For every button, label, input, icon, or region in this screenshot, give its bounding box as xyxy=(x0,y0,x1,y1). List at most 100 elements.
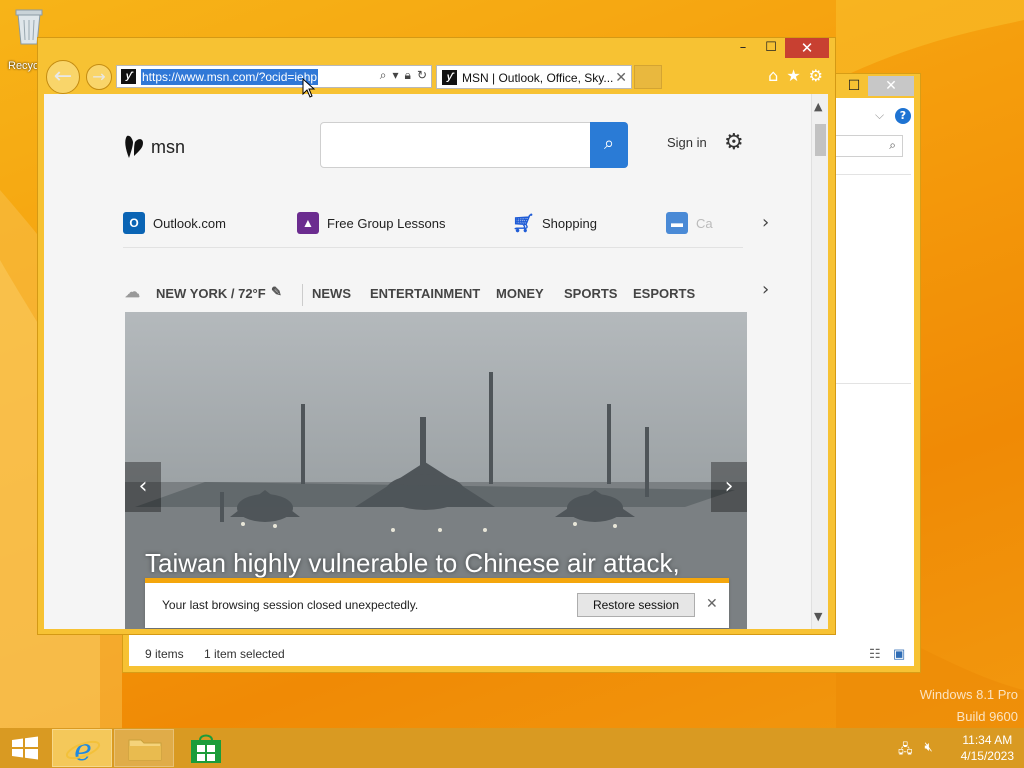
chevron-left-icon: ‹ xyxy=(138,474,148,499)
scroll-down-icon[interactable]: ▼ xyxy=(814,610,822,623)
status-selected-count: 1 item selected xyxy=(204,647,285,661)
carousel-next-button[interactable]: › xyxy=(711,462,747,512)
quick-link-cars[interactable]: ▬ Ca xyxy=(666,212,713,234)
car-icon: ▬ xyxy=(666,212,688,234)
scroll-up-icon[interactable]: ▲ xyxy=(814,100,822,113)
quick-link-label: Free Group Lessons xyxy=(327,215,446,231)
minimize-button[interactable]: – xyxy=(729,38,757,58)
new-tab-button[interactable] xyxy=(634,65,662,89)
nav-esports[interactable]: ESPORTS xyxy=(633,286,695,301)
taskbar-store[interactable] xyxy=(176,729,236,767)
cloud-icon: ☁ xyxy=(125,284,140,301)
explorer-search-input[interactable]: ⌕ xyxy=(835,135,903,157)
clock-date: 4/15/2023 xyxy=(960,749,1014,763)
close-notification-icon[interactable]: ✕ xyxy=(706,595,718,612)
notification-message: Your last browsing session closed unexpe… xyxy=(162,598,419,612)
page-content: msn ⌕ Sign in ⚙ O Outlook.com ▲ Free Gro… xyxy=(44,94,828,629)
msn-logo-text: msn xyxy=(151,136,186,157)
outlook-icon: O xyxy=(123,212,145,234)
quick-link-label: Outlook.com xyxy=(153,215,226,231)
close-button[interactable]: ✕ xyxy=(868,76,914,96)
taskbar-file-explorer[interactable] xyxy=(114,729,174,767)
folder-icon xyxy=(128,739,162,761)
msn-favicon-icon: ƴ xyxy=(442,70,457,85)
taskbar: e 🖧︎ 🔇︎ 11:34 AM 4/15/2023 xyxy=(0,728,1024,768)
tab-title: MSN | Outlook, Office, Sky... xyxy=(462,71,614,85)
large-icons-view-icon[interactable]: ▣ xyxy=(893,646,905,662)
msn-logo[interactable]: msn xyxy=(123,134,185,160)
svg-text:e: e xyxy=(74,733,92,768)
help-icon[interactable]: ? xyxy=(895,108,911,124)
mouse-cursor-icon xyxy=(302,78,316,98)
gear-icon[interactable]: ⚙ xyxy=(809,66,823,85)
hero-headline[interactable]: Taiwan highly vulnerable to Chinese air … xyxy=(145,548,680,579)
taskbar-internet-explorer[interactable]: e xyxy=(52,729,112,768)
lock-icon[interactable]: 🔒︎ xyxy=(405,68,411,83)
chevron-right-icon[interactable]: › xyxy=(762,212,769,233)
nav-sports[interactable]: SPORTS xyxy=(564,286,617,301)
msn-butterfly-icon xyxy=(125,135,143,158)
back-button[interactable]: ← xyxy=(46,60,80,94)
details-view-icon[interactable]: ☷ xyxy=(869,646,881,662)
session-restore-notification: Your last browsing session closed unexpe… xyxy=(145,578,729,628)
internet-explorer-window[interactable]: – ☐ ✕ ← → ƴ https://www.msn.com/?ocid=ie… xyxy=(37,37,836,635)
msn-search-input[interactable] xyxy=(320,122,628,168)
address-url[interactable]: https://www.msn.com/?ocid=iehp xyxy=(141,69,319,85)
gear-icon[interactable]: ⚙ xyxy=(724,130,744,155)
watermark-edition: Windows 8.1 Pro xyxy=(919,687,1018,702)
category-nav: ☁ NEW YORK / 72°F ✎ NEWS ENTERTAINMENT M… xyxy=(123,280,743,310)
scrollbar-thumb[interactable] xyxy=(815,124,826,156)
close-button[interactable]: ✕ xyxy=(785,38,829,58)
graduation-cap-icon: ▲ xyxy=(297,212,319,234)
forward-button[interactable]: → xyxy=(86,64,112,90)
nav-news[interactable]: NEWS xyxy=(312,286,351,301)
volume-muted-icon[interactable]: 🔇︎ xyxy=(925,740,933,762)
maximize-button[interactable]: ☐ xyxy=(840,76,868,96)
pencil-icon[interactable]: ✎ xyxy=(271,284,282,300)
nav-divider xyxy=(302,284,303,306)
close-tab-icon[interactable]: ✕ xyxy=(615,69,627,86)
address-bar[interactable]: ƴ https://www.msn.com/?ocid=iehp ⌕ ▾ 🔒︎ … xyxy=(116,65,432,88)
arrow-left-icon: ← xyxy=(53,64,73,89)
search-icon: ⌕ xyxy=(603,133,615,154)
carousel-prev-button[interactable]: ‹ xyxy=(125,462,161,512)
explorer-status-bar: 9 items 1 item selected ☷ ▣ xyxy=(129,642,914,666)
favorites-star-icon[interactable]: ★ xyxy=(786,66,800,85)
quick-link-label: Ca xyxy=(696,215,713,231)
network-icon[interactable]: 🖧︎ xyxy=(898,740,913,762)
quick-links-bar: O Outlook.com ▲ Free Group Lessons 🛒︎ Sh… xyxy=(123,208,743,248)
nav-entertainment[interactable]: ENTERTAINMENT xyxy=(370,286,480,301)
watermark-build: Build 9600 xyxy=(956,709,1018,724)
weather-location[interactable]: NEW YORK / 72°F xyxy=(156,286,266,301)
quick-link-outlook[interactable]: O Outlook.com xyxy=(123,212,226,234)
quick-link-shopping[interactable]: 🛒︎ Shopping xyxy=(512,212,597,234)
maximize-button[interactable]: ☐ xyxy=(757,38,785,58)
sign-in-link[interactable]: Sign in xyxy=(667,135,707,150)
vertical-scrollbar[interactable]: ▲ ▼ xyxy=(811,94,828,629)
msn-search-button[interactable]: ⌕ xyxy=(590,122,628,168)
arrow-right-icon: → xyxy=(92,67,106,86)
chevron-down-icon[interactable]: ⌵ xyxy=(875,108,884,123)
windows-watermark: Windows 8.1 Pro Build 9600 xyxy=(920,684,1018,728)
quick-link-label: Shopping xyxy=(542,215,597,231)
nav-money[interactable]: MONEY xyxy=(496,286,544,301)
system-clock[interactable]: 11:34 AM 4/15/2023 xyxy=(961,732,1014,764)
clock-time: 11:34 AM xyxy=(962,733,1013,747)
refresh-icon[interactable]: ↻ xyxy=(417,68,427,83)
search-icon[interactable]: ⌕ xyxy=(380,68,387,83)
dropdown-icon[interactable]: ▾ xyxy=(393,68,399,83)
windows-start-button[interactable] xyxy=(10,736,40,760)
explorer-preview-pane xyxy=(835,174,911,384)
home-icon[interactable]: ⌂ xyxy=(768,66,778,85)
status-item-count: 9 items xyxy=(145,647,184,661)
restore-session-button[interactable]: Restore session xyxy=(577,593,695,617)
chevron-right-icon: › xyxy=(724,474,734,499)
search-icon: ⌕ xyxy=(889,138,896,152)
internet-explorer-icon: e xyxy=(65,733,101,768)
tab-msn[interactable]: ƴ MSN | Outlook, Office, Sky... ✕ xyxy=(436,65,632,89)
store-icon xyxy=(191,734,221,763)
shopping-cart-icon: 🛒︎ xyxy=(512,213,535,233)
msn-favicon-icon: ƴ xyxy=(121,69,136,84)
quick-link-free-group-lessons[interactable]: ▲ Free Group Lessons xyxy=(297,212,446,234)
chevron-right-icon[interactable]: › xyxy=(762,279,769,300)
